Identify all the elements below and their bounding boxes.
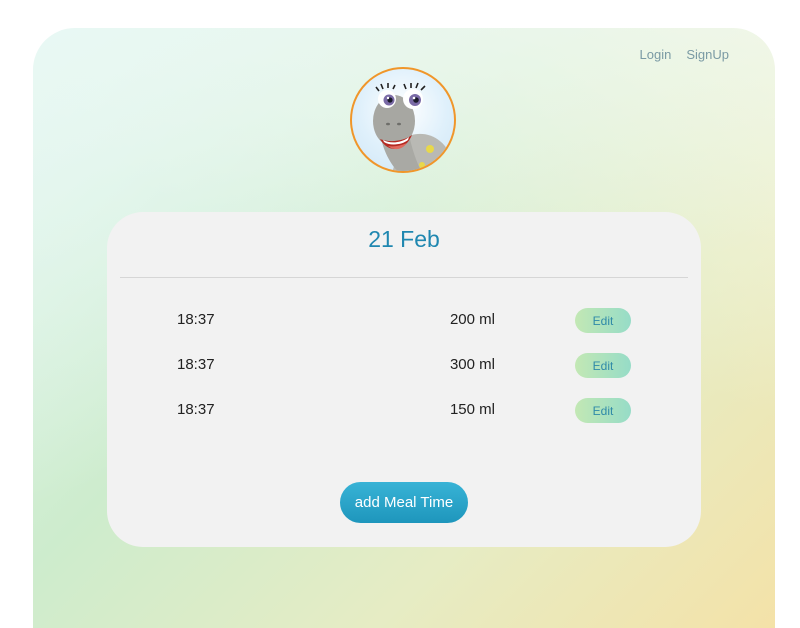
login-link[interactable]: Login	[640, 47, 672, 62]
meal-time: 18:37	[177, 311, 215, 328]
meal-amount: 200 ml	[449, 311, 495, 328]
avatar	[350, 67, 456, 173]
meal-card: 21 Feb 18:37 200 ml Edit 18:37 300 ml Ed…	[107, 212, 701, 547]
meal-amount: 150 ml	[449, 401, 495, 418]
meal-row: 18:37 150 ml Edit	[107, 398, 701, 424]
meal-time: 18:37	[177, 401, 215, 418]
divider	[120, 277, 688, 278]
date-title: 21 Feb	[368, 226, 440, 252]
meal-time: 18:37	[177, 356, 215, 373]
edit-button[interactable]: Edit	[575, 308, 631, 333]
edit-button[interactable]: Edit	[575, 398, 631, 423]
top-nav: Login SignUp	[640, 47, 729, 62]
dinosaur-mascot-icon	[373, 82, 454, 171]
app-frame: Login SignUp 21 Feb 18:37 200 ml Edit 18…	[33, 28, 775, 628]
meal-row: 18:37 300 ml Edit	[107, 353, 701, 379]
edit-button[interactable]: Edit	[575, 353, 631, 378]
meal-row: 18:37 200 ml Edit	[107, 308, 701, 334]
meal-amount: 300 ml	[449, 356, 495, 373]
signup-link[interactable]: SignUp	[686, 47, 729, 62]
add-meal-time-button[interactable]: add Meal Time	[340, 482, 468, 523]
